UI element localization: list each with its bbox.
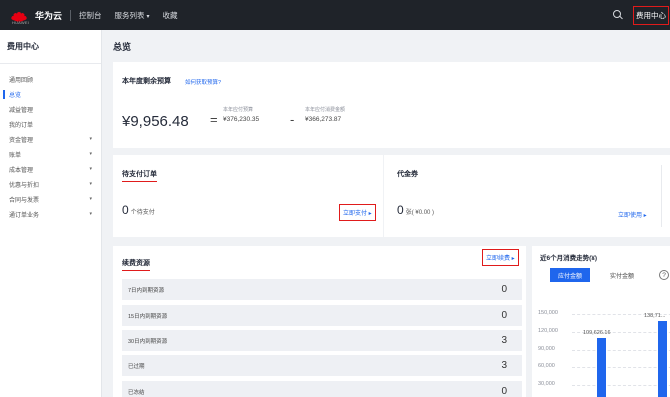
sidebar-item-label: 成本管理 bbox=[9, 168, 34, 174]
sidebar-item-label: 通用回顾 bbox=[9, 78, 34, 84]
sidebar-item-label: 总览 bbox=[9, 93, 22, 99]
chevron-down-icon: ▾ bbox=[89, 151, 92, 157]
page-title: 总览 bbox=[113, 42, 132, 52]
chevron-down-icon: ▾ bbox=[89, 211, 92, 217]
resource-row[interactable]: 15日内到期资源 0 bbox=[122, 305, 522, 326]
sidebar-item[interactable]: 通订单业务 ▾ bbox=[0, 207, 101, 222]
sidebar-item-label: 账单 bbox=[9, 153, 22, 159]
voucher-title: 代金券 bbox=[397, 171, 418, 178]
sidebar-item[interactable]: 优惠与折扣 ▾ bbox=[0, 177, 101, 192]
sidebar-item-label: 优惠与折扣 bbox=[9, 183, 40, 189]
chevron-down-icon: ▾ bbox=[146, 13, 150, 20]
sidebar-item-label: 通订单业务 bbox=[9, 213, 40, 219]
resource-row[interactable]: 30日内到期资源 3 bbox=[122, 330, 522, 351]
how-to-get-budget-link[interactable]: 如何获取预算? bbox=[185, 78, 221, 86]
resource-row-count: 0 bbox=[501, 310, 507, 321]
resource-row[interactable]: 已过期 3 bbox=[122, 355, 522, 376]
resource-row-label: 15日内到期资源 bbox=[128, 313, 168, 320]
minus-sign: - bbox=[290, 112, 295, 127]
sidebar: 费用中心 通用回顾 总览 减益管理 我的订单 资金管理 ▾ 账单 ▾ 成本管理 ▾ 优惠与折扣 ▾ 合同… bbox=[0, 30, 102, 397]
nav-console[interactable]: 控制台 bbox=[79, 10, 102, 21]
sidebar-title: 费用中心 bbox=[0, 30, 101, 64]
sidebar-item[interactable]: 成本管理 ▾ bbox=[0, 162, 101, 177]
annual-budget-item: 本年应付预算 ¥376,230.35 bbox=[223, 106, 259, 123]
annual-budget-value: ¥376,230.35 bbox=[223, 116, 260, 123]
sidebar-item[interactable]: 合同与发票 ▾ bbox=[0, 192, 101, 207]
budget-card: 本年度剩余预算 如何获取预算? ¥9,956.48 = 本年应付预算 ¥376,… bbox=[113, 62, 670, 148]
annual-budget-label: 本年应付预算 bbox=[223, 107, 254, 113]
resource-row-label: 已过期 bbox=[128, 363, 145, 370]
sidebar-item[interactable]: 我的订单 bbox=[0, 117, 101, 132]
resource-row-count: 3 bbox=[501, 360, 507, 371]
resource-row-label: 已冻结 bbox=[128, 389, 145, 396]
sidebar-item-label: 合同与发票 bbox=[9, 198, 40, 204]
sidebar-item-label: 资金管理 bbox=[9, 138, 34, 144]
top-navigation-bar: 华为云 HUAWEI 控制台 服务列表 ▾ 收藏 费用中心 bbox=[0, 0, 670, 30]
spending-trend-chart: 030,00060,00090,000120,000150,000109,626… bbox=[532, 246, 670, 397]
chart-bar[interactable] bbox=[597, 337, 606, 397]
resource-row-count: 0 bbox=[501, 386, 507, 397]
remaining-budget-value: ¥9,956.48 bbox=[122, 113, 189, 130]
pending-orders-number: 0 bbox=[122, 203, 129, 217]
renewal-resources-card: 续费资源 立即续费 ▸ 7日内到期资源 0 15日内到期资源 0 30日内到期资源 3 已过… bbox=[113, 246, 526, 397]
resource-row-count: 3 bbox=[501, 335, 507, 346]
divider bbox=[70, 9, 72, 21]
sidebar-menu: 通用回顾 总览 减益管理 我的订单 资金管理 ▾ 账单 ▾ 成本管理 ▾ 优惠与折扣 ▾ 合同与发票 ▾ 通… bbox=[0, 72, 101, 222]
gridline bbox=[572, 367, 670, 369]
chart-bar[interactable] bbox=[658, 320, 667, 397]
sidebar-item[interactable]: 账单 ▾ bbox=[0, 147, 101, 162]
sidebar-item-label: 减益管理 bbox=[9, 108, 34, 114]
y-tick-label: 120,000 bbox=[538, 327, 558, 334]
resource-row-label: 30日内到期资源 bbox=[128, 338, 168, 345]
voucher-card: 代金券 0 张( ¥0.00 ) 立即使用 ▸ bbox=[384, 155, 670, 237]
y-tick-label: 60,000 bbox=[538, 363, 555, 370]
voucher-amount: 张( ¥0.00 ) bbox=[405, 210, 435, 216]
pending-orders-unit: 个待支付 bbox=[130, 210, 155, 216]
search-icon[interactable] bbox=[613, 10, 623, 20]
resource-row[interactable]: 已冻结 0 bbox=[122, 381, 522, 397]
annual-spending-label: 本年应付消费金额 bbox=[305, 107, 346, 113]
chevron-down-icon: ▾ bbox=[89, 136, 92, 142]
y-tick-label: 30,000 bbox=[538, 381, 555, 388]
chevron-down-icon: ▾ bbox=[89, 196, 92, 202]
chevron-down-icon: ▾ bbox=[89, 181, 92, 187]
sidebar-item[interactable]: 减益管理 bbox=[0, 102, 101, 117]
divider bbox=[661, 165, 662, 227]
pending-orders-title: 待支付订单 bbox=[122, 169, 157, 182]
nav-service-list[interactable]: 服务列表 ▾ bbox=[115, 10, 150, 21]
annual-spending-item: 本年应付消费金额 ¥366,273.87 bbox=[305, 106, 345, 123]
gridline bbox=[572, 385, 670, 387]
bar-data-label: 138,71... bbox=[644, 312, 666, 319]
resource-row[interactable]: 7日内到期资源 0 bbox=[122, 279, 522, 300]
pending-orders-card: 待支付订单 0 个待支付 立即支付 ▸ bbox=[113, 155, 383, 237]
gridline bbox=[572, 349, 670, 351]
y-tick-label: 90,000 bbox=[538, 345, 555, 352]
voucher-count: 0 张( ¥0.00 ) bbox=[397, 203, 434, 217]
spending-trend-card: 近6个月消费走势(¥) 应付金额 实付金额 ? 030,00060,00090,… bbox=[532, 246, 670, 397]
y-tick-label: 150,000 bbox=[538, 310, 558, 316]
chevron-down-icon: ▾ bbox=[89, 166, 92, 172]
brand-name: 华为云 bbox=[35, 10, 63, 21]
bar-data-label: 109,626.16 bbox=[583, 329, 611, 336]
budget-title: 本年度剩余预算 bbox=[122, 78, 171, 85]
nav-service-list-label: 服务列表 bbox=[114, 10, 145, 20]
resource-list: 7日内到期资源 0 15日内到期资源 0 30日内到期资源 3 已过期 3 已冻结 0 bbox=[122, 246, 522, 397]
resource-row-count: 0 bbox=[501, 284, 507, 295]
annual-spending-value: ¥366,273.87 bbox=[305, 116, 342, 123]
sidebar-item-label: 我的订单 bbox=[9, 123, 34, 129]
resource-row-label: 7日内到期资源 bbox=[128, 287, 165, 294]
sidebar-item[interactable]: 通用回顾 bbox=[0, 72, 101, 87]
pending-orders-count: 0 个待支付 bbox=[122, 203, 155, 217]
nav-favorites[interactable]: 收藏 bbox=[163, 10, 178, 21]
sidebar-item[interactable]: 资金管理 ▾ bbox=[0, 132, 101, 147]
voucher-number: 0 bbox=[397, 203, 404, 217]
use-now-link[interactable]: 立即使用 ▸ bbox=[618, 210, 647, 219]
equals-sign: = bbox=[210, 112, 218, 127]
sidebar-item[interactable]: 总览 bbox=[0, 87, 101, 102]
brand-subtext: HUAWEI bbox=[12, 20, 30, 25]
billing-center-link[interactable]: 费用中心 bbox=[633, 5, 669, 25]
pay-now-link[interactable]: 立即支付 ▸ bbox=[339, 204, 376, 221]
